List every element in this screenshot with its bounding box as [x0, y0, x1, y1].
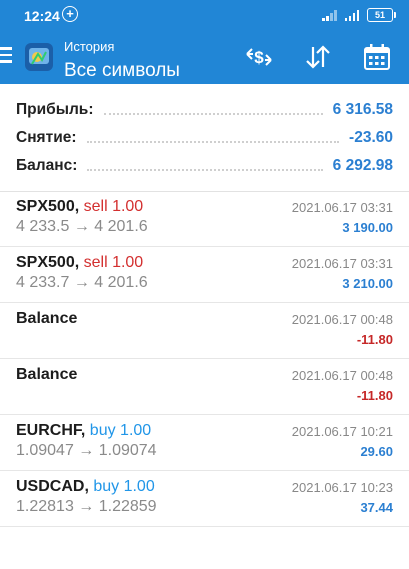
deal-prices: 1.09047 → 1.09074 [16, 442, 157, 459]
sort-icon[interactable] [303, 43, 333, 71]
currency-exchange-icon[interactable]: $ [244, 43, 274, 71]
list-item[interactable]: Balance 2021.06.17 00:48 -11.80 [0, 304, 409, 359]
list-item[interactable]: SPX500, sell 1.00 4 233.5 → 4 201.6 2021… [0, 192, 409, 247]
deal-time: 2021.06.17 00:48 [291, 312, 393, 327]
deal-prices: 4 233.5 → 4 201.6 [16, 218, 148, 235]
deal-prices: 1.22813 → 1.22859 [16, 498, 157, 515]
status-icons: 51 [322, 7, 396, 23]
dotted-leader [86, 141, 340, 143]
deal-symbol: Balance [16, 366, 78, 383]
list-item[interactable]: Balance 2021.06.17 00:48 -11.80 [0, 360, 409, 415]
list-item[interactable]: USDCAD, buy 1.00 1.22813 → 1.22859 2021.… [0, 472, 409, 527]
deal-symbol: Balance [16, 310, 78, 327]
deal-symbol: SPX500, [16, 254, 80, 271]
notification-icon: + [62, 6, 78, 22]
row-divider [0, 414, 409, 415]
toolbar: История Все символы $ [0, 30, 409, 84]
deal-direction: sell 1.00 [83, 198, 144, 215]
deal-direction: buy 1.00 [89, 422, 152, 439]
summary-label: Прибыль: [16, 101, 94, 118]
app-logo-icon [25, 43, 53, 71]
row-divider [0, 302, 409, 303]
status-bar: 12:24 + 51 [0, 0, 409, 30]
row-divider [0, 526, 409, 527]
summary-label: Снятие: [16, 129, 77, 146]
deal-direction: buy 1.00 [93, 478, 155, 495]
list-item[interactable]: EURCHF, buy 1.00 1.09047 → 1.09074 2021.… [0, 416, 409, 471]
symbol-filter-title[interactable]: Все символы [64, 60, 180, 82]
signal-icon [322, 9, 337, 21]
summary-value: 6 292.98 [332, 157, 393, 174]
deal-symbol: USDCAD, [16, 478, 89, 495]
calendar-icon[interactable] [362, 43, 392, 71]
deal-profit: -11.80 [356, 332, 393, 347]
signal-icon-2 [344, 9, 359, 21]
dotted-leader [87, 169, 323, 171]
deal-time: 2021.06.17 00:48 [291, 368, 393, 383]
deal-time: 2021.06.17 10:21 [291, 424, 393, 439]
battery-icon: 51 [367, 8, 396, 22]
svg-text:$: $ [254, 48, 264, 67]
deal-symbol: EURCHF, [16, 422, 86, 439]
dotted-leader [103, 113, 323, 115]
app-header: 12:24 + 51 История Все символы $ [0, 0, 409, 84]
deal-profit: 3 190.00 [342, 220, 393, 235]
toolbar-subtitle: История [64, 39, 115, 54]
deal-profit: 29.60 [360, 444, 393, 459]
summary-label: Баланс: [16, 157, 78, 174]
row-divider [0, 246, 409, 247]
summary-value: -23.60 [349, 129, 393, 146]
history-summary: Прибыль: 6 316.58 Снятие: -23.60 Баланс:… [0, 84, 409, 191]
deal-profit: 3 210.00 [342, 276, 393, 291]
deal-time: 2021.06.17 03:31 [291, 256, 393, 271]
deal-prices: 4 233.7 → 4 201.6 [16, 274, 148, 291]
deal-profit: -11.80 [356, 388, 393, 403]
status-time: 12:24 [24, 8, 60, 24]
deal-time: 2021.06.17 10:23 [291, 480, 393, 495]
deal-time: 2021.06.17 03:31 [291, 200, 393, 215]
list-item[interactable]: SPX500, sell 1.00 4 233.7 → 4 201.6 2021… [0, 248, 409, 303]
row-divider [0, 358, 409, 359]
row-divider [0, 470, 409, 471]
menu-icon[interactable] [0, 47, 12, 63]
deal-direction: sell 1.00 [83, 254, 144, 271]
summary-row-balance: Баланс: 6 292.98 [16, 153, 393, 179]
summary-value: 6 316.58 [332, 101, 393, 118]
deal-symbol: SPX500, [16, 198, 80, 215]
summary-row-profit: Прибыль: 6 316.58 [16, 97, 393, 123]
summary-row-withdrawal: Снятие: -23.60 [16, 125, 393, 151]
deal-profit: 37.44 [360, 500, 393, 515]
